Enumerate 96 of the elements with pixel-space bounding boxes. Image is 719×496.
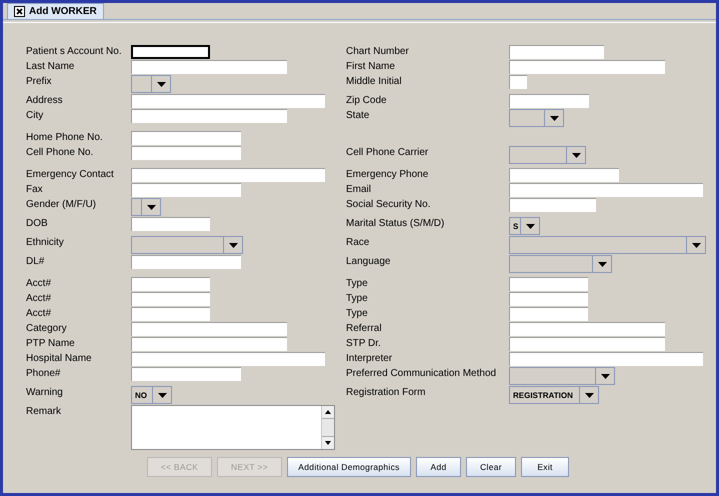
dropdown[interactable] [509,109,564,127]
input-field[interactable] [509,277,588,291]
input-field[interactable] [509,322,665,336]
caret-icon [598,262,606,266]
input-field[interactable] [509,75,527,89]
caret-icon [550,116,558,120]
caret-icon [146,204,156,210]
field-label: Warning [26,386,64,400]
action-button[interactable]: Additional Demographics [287,457,411,477]
field-label: Cell Phone No. [26,146,94,160]
field-label: Chart Number [346,45,410,59]
input-field[interactable] [509,168,619,182]
field-label: Race [346,236,370,250]
field-label: PTP Name [26,337,76,351]
field-label: Interpreter [346,352,394,366]
field-label: Type [346,292,369,306]
input-field[interactable] [131,45,210,59]
input-field[interactable] [131,307,210,321]
action-button[interactable]: Add [416,457,461,477]
input-field[interactable] [131,337,287,351]
input-field[interactable] [131,94,325,108]
close-icon[interactable] [14,6,25,17]
field-label: Registration Form [346,386,426,400]
field-label: Acct# [26,292,52,306]
dropdown[interactable]: NO [131,386,172,404]
field-label: Cell Phone Carrier [346,146,430,160]
field-label: Prefix [26,75,53,89]
field-label: Acct# [26,307,52,321]
input-field[interactable] [131,146,241,160]
input-field[interactable] [509,337,665,351]
input-field[interactable] [509,183,703,197]
field-label: City [26,109,44,123]
field-label: Phone# [26,367,62,381]
input-field[interactable] [509,60,665,74]
input-field[interactable] [509,307,588,321]
caret-icon [584,392,594,398]
dropdown[interactable] [131,198,161,216]
input-field[interactable] [509,45,604,59]
field-label: Acct# [26,277,52,291]
field-label: Ethnicity [26,236,65,250]
caret-icon [156,82,166,86]
caret-icon [228,242,238,248]
input-field[interactable] [509,292,588,306]
dropdown[interactable]: S [509,217,540,235]
field-label: DOB [26,217,49,231]
field-label: Fax [26,183,44,197]
field-label: Last Name [26,60,76,74]
field-label: Social Security No. [346,198,432,212]
field-label: Language [346,255,392,269]
field-label: Preferred Communication Method [346,367,498,381]
field-label: Type [346,307,369,321]
dropdown[interactable]: REGISTRATION [509,386,599,404]
caret-icon [526,224,534,228]
field-label: Gender (M/F/U) [26,198,98,212]
input-field[interactable] [131,322,287,336]
scrollbar[interactable] [321,406,334,449]
field-label: First Name [346,60,396,74]
field-label: DL# [26,255,46,269]
input-field[interactable] [509,94,589,108]
dropdown[interactable] [131,75,171,93]
action-button[interactable]: Exit [521,457,569,477]
input-field[interactable] [131,292,210,306]
input-field[interactable] [131,352,325,366]
field-label: Hospital Name [26,352,93,366]
field-label: Address [26,94,64,108]
input-field[interactable] [131,277,210,291]
field-label: Email [346,183,372,197]
input-field[interactable] [131,131,241,145]
field-label: Category [26,322,68,336]
field-label: Emergency Phone [346,168,430,182]
field-label: State [346,109,370,123]
window-tab[interactable]: Add WORKER [7,3,104,19]
field-label: Home Phone No. [26,131,104,145]
field-label: STP Dr. [346,337,382,351]
field-label: Emergency Contact [26,168,115,182]
input-field[interactable] [131,255,241,269]
field-label: Referral [346,322,383,336]
field-label: Type [346,277,369,291]
input-field[interactable] [131,60,287,74]
input-field[interactable] [509,198,596,212]
caret-icon [158,392,166,398]
input-field[interactable] [131,109,287,123]
caret-icon [600,374,610,378]
action-button[interactable]: Clear [466,457,516,477]
input-field[interactable] [131,183,241,197]
field-label: Marital Status (S/M/D) [346,217,446,231]
input-field[interactable] [131,367,241,381]
caret-icon [572,152,580,158]
field-label: Patient s Account No. [26,45,123,59]
field-label: Zip Code [346,94,388,108]
input-field[interactable] [509,352,703,366]
input-field[interactable] [131,217,210,231]
input-field[interactable] [131,168,325,182]
field-label: Remark [26,405,62,419]
caret-icon [692,242,700,248]
field-label: Middle Initial [346,75,403,89]
